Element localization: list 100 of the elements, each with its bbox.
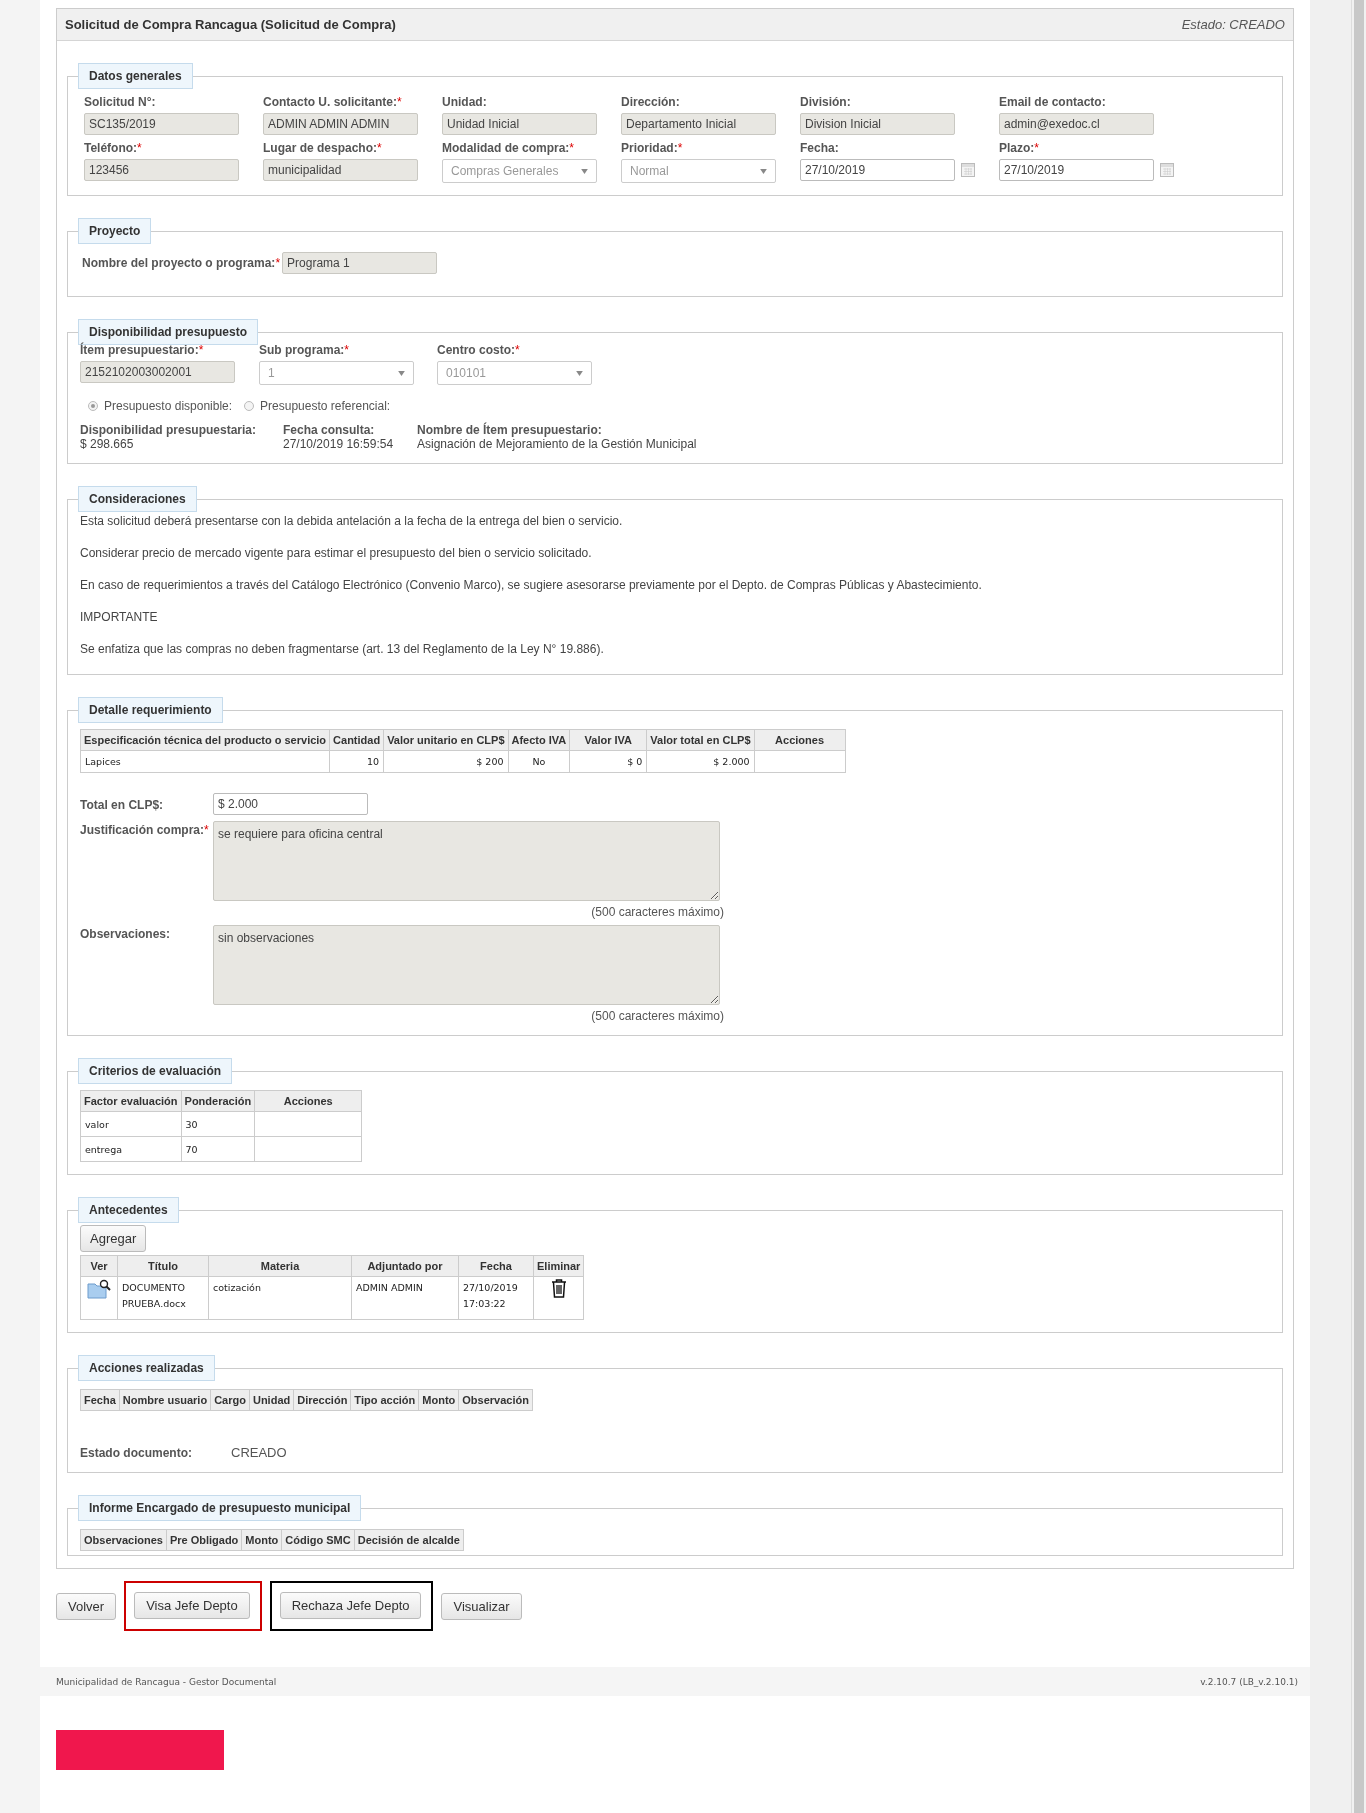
info-value: $ 298.665: [80, 437, 135, 451]
status-value: CREADO: [231, 1445, 287, 1460]
field-label: Justificación compra:*: [80, 822, 210, 837]
field-label: Estado documento:: [80, 1445, 193, 1460]
table-cell: $ 200: [383, 750, 508, 773]
footer-text: Municipalidad de Rancagua - Gestor Documental: [56, 1676, 277, 1687]
field-label: Modalidad de compra:*: [442, 141, 576, 155]
text-field[interactable]: admin@exedoc.cl: [999, 113, 1154, 135]
column-header: Valor IVA: [569, 729, 647, 751]
field-label: Email de contacto:: [999, 95, 1107, 109]
text-area[interactable]: se requiere para oficina central: [213, 821, 720, 901]
field-label: Nombre del proyecto o programa:*: [82, 256, 281, 270]
text-field[interactable]: Unidad Inicial: [442, 113, 597, 135]
table-cell: DOCUMENTO PRUEBA.docx: [117, 1276, 209, 1320]
section-title: Datos generales: [78, 63, 193, 89]
trash-icon[interactable]: [550, 1279, 567, 1298]
table-cell: 27/10/2019 17:03:22: [458, 1276, 534, 1320]
table-cell: valor: [80, 1111, 182, 1137]
paragraph: Se enfatiza que las compras no deben fragmentarse (art. 13 del Reglamento de la Ley N° 19.886).: [80, 642, 605, 656]
section-title: Acciones realizadas: [78, 1355, 215, 1381]
column-header: Código SMC: [281, 1529, 355, 1551]
column-header: Nombre usuario: [119, 1389, 211, 1411]
field-label: Teléfono:*: [84, 141, 143, 155]
table-cell: $ 2.000: [646, 750, 755, 773]
column-header: Monto: [241, 1529, 282, 1551]
hint-text: (500 caracteres máximo): [591, 905, 724, 919]
table-cell: 10: [329, 750, 384, 773]
caret-icon: [760, 168, 767, 174]
section-title: Criterios de evaluación: [78, 1058, 233, 1084]
action-button[interactable]: Visualizar: [441, 1592, 522, 1620]
table-cell: 70: [181, 1136, 255, 1162]
radio-label: Presupuesto referencial:: [260, 399, 391, 413]
table-cell: ADMIN ADMIN: [351, 1276, 459, 1320]
caret-icon: [576, 370, 583, 376]
folder-search-icon[interactable]: [87, 1279, 111, 1299]
field-label: Plazo:*: [999, 141, 1040, 155]
column-header: Cantidad: [329, 729, 384, 751]
radio-button[interactable]: [244, 401, 255, 411]
info-label: Fecha consulta:: [283, 423, 376, 437]
text-field[interactable]: $ 2.000: [213, 793, 368, 815]
column-header: Afecto IVA: [508, 729, 570, 751]
calendar-icon[interactable]: [961, 163, 975, 177]
field-label: Sub programa:*: [259, 343, 350, 357]
version-text: v.2.10.7 (LB_v.2.10.1): [1200, 1676, 1298, 1687]
text-field[interactable]: municipalidad: [263, 159, 418, 181]
text-field[interactable]: Programa 1: [282, 252, 438, 274]
column-header: Acciones: [754, 729, 846, 751]
text-field[interactable]: 2152102003002001: [80, 361, 235, 383]
table-cell: entrega: [80, 1136, 182, 1162]
section-title: Consideraciones: [78, 486, 197, 512]
text-field[interactable]: 27/10/2019: [800, 159, 955, 181]
add-button[interactable]: Agregar: [80, 1225, 147, 1252]
text-field[interactable]: 27/10/2019: [999, 159, 1154, 181]
column-header: Factor evaluación: [80, 1090, 182, 1112]
table-cell: Lapices: [80, 750, 330, 773]
column-header: Observaciones: [80, 1529, 167, 1551]
radio-button[interactable]: [88, 401, 98, 411]
action-button[interactable]: Volver: [56, 1592, 117, 1620]
table-cell: $ 0: [569, 750, 647, 773]
field-label: Total en CLP$:: [80, 797, 165, 812]
text-field[interactable]: ADMIN ADMIN ADMIN: [263, 113, 418, 135]
text-field[interactable]: Departamento Inicial: [621, 113, 776, 135]
column-header: Unidad: [249, 1389, 294, 1411]
table-cell: cotización: [208, 1276, 352, 1320]
paragraph: IMPORTANTE: [80, 610, 159, 624]
column-header: Ponderación: [181, 1090, 255, 1112]
column-header: Valor unitario en CLP$: [383, 729, 508, 751]
field-label: Lugar de despacho:*: [263, 141, 383, 155]
column-header: Acciones: [254, 1090, 362, 1112]
field-label: Prioridad:*: [621, 141, 684, 155]
column-header: Fecha: [458, 1255, 534, 1277]
scrollbar[interactable]: [1351, 0, 1366, 1813]
paragraph: En caso de requerimientos a través del Catálogo Electrónico (Convenio Marco), se sugiere asesorarse previamente por el Depto. de Compras Públicas y Abastecimiento.: [80, 578, 983, 592]
info-label: Nombre de Ítem presupuestario:: [417, 423, 603, 437]
info-value: Asignación de Mejoramiento de la Gestión Municipal: [417, 437, 698, 451]
column-header: Valor total en CLP$: [646, 729, 755, 751]
field-label: Dirección:: [621, 95, 681, 109]
column-header: Pre Obligado: [166, 1529, 242, 1551]
field-label: Observaciones:: [80, 926, 172, 941]
hint-text: (500 caracteres máximo): [591, 1009, 724, 1023]
paragraph: Esta solicitud deberá presentarse con la debida antelación a la fecha de la entrega del bien o servicio.: [80, 514, 624, 528]
info-value: 27/10/2019 16:59:54: [283, 437, 395, 451]
text-area[interactable]: sin observaciones: [213, 925, 720, 1005]
status-text: Estado: CREADO: [1181, 17, 1285, 32]
text-field[interactable]: SC135/2019: [84, 113, 239, 135]
table-cell: No: [508, 750, 570, 773]
action-button[interactable]: Rechaza Jefe Depto: [279, 1592, 422, 1619]
info-label: Disponibilidad presupuestaria:: [80, 423, 258, 437]
column-header: Fecha: [80, 1389, 120, 1411]
caret-icon: [581, 168, 588, 174]
column-header: Eliminar: [533, 1255, 584, 1277]
field-label: Contacto U. solicitante:*: [263, 95, 403, 109]
action-button[interactable]: Visa Jefe Depto: [134, 1592, 250, 1619]
text-field[interactable]: Division Inicial: [800, 113, 955, 135]
column-header: Materia: [208, 1255, 352, 1277]
column-header: Dirección: [293, 1389, 351, 1411]
field-label: Solicitud N°:: [84, 95, 157, 109]
text-field[interactable]: 123456: [84, 159, 239, 181]
column-header: Tipo acción: [350, 1389, 419, 1411]
calendar-icon[interactable]: [1160, 163, 1174, 177]
